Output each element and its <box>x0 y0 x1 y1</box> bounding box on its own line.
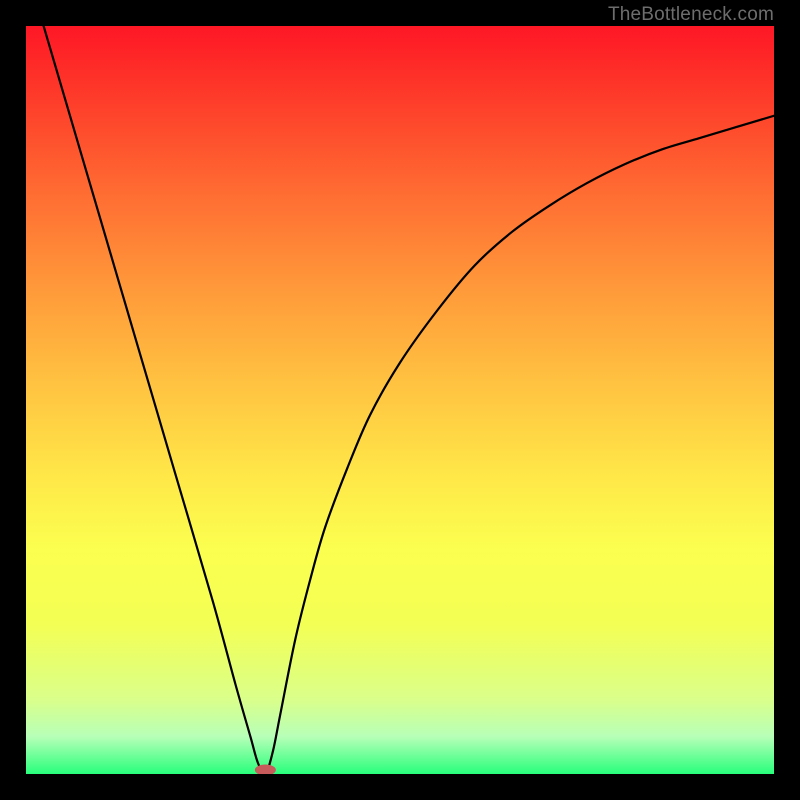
chart-svg <box>26 26 774 774</box>
bottleneck-curve-path <box>26 26 774 774</box>
chart-stage: TheBottleneck.com <box>0 0 800 800</box>
optimal-point-marker <box>255 765 275 774</box>
chart-plot-area <box>26 26 774 774</box>
watermark-text: TheBottleneck.com <box>608 4 774 26</box>
